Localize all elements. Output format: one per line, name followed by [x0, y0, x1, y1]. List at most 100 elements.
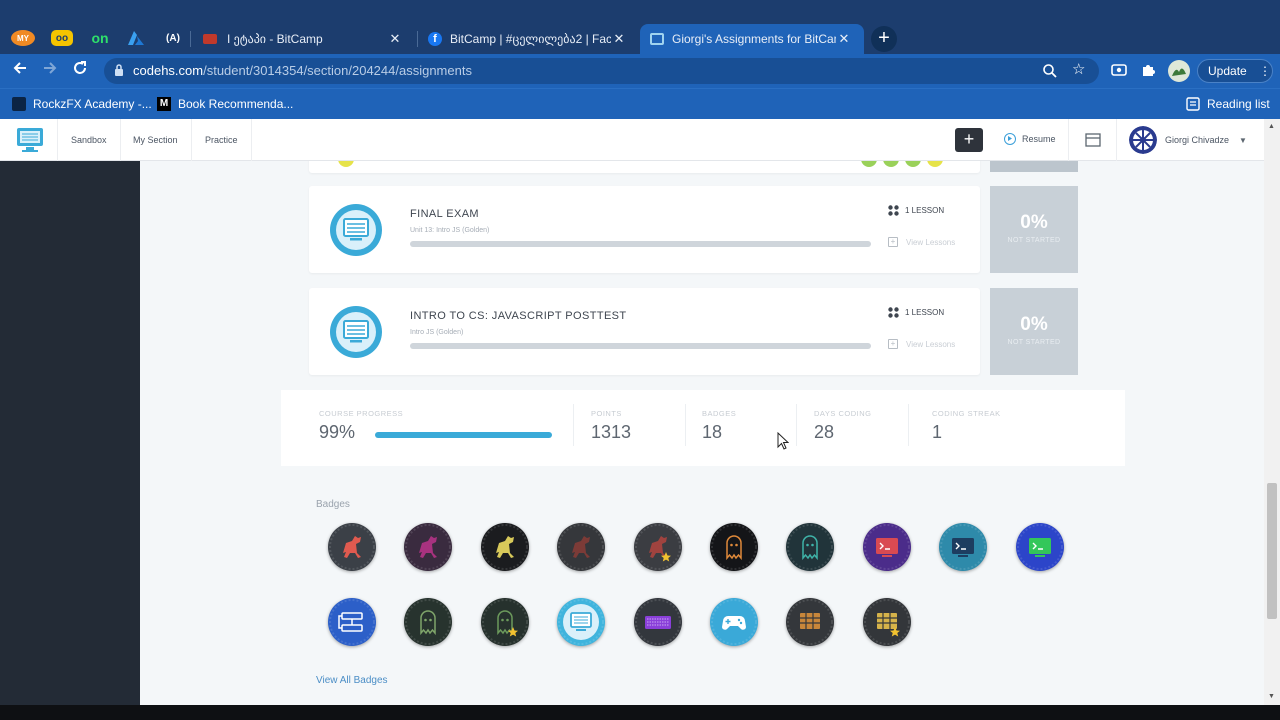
scrollbar-thumb[interactable]: [1267, 483, 1277, 619]
nav-my-section[interactable]: My Section: [120, 119, 192, 161]
forward-button[interactable]: [39, 60, 61, 82]
tab-giorgi-assignments[interactable]: Giorgi's Assignments for BitCamp ✕: [640, 24, 864, 54]
lesson-count: 1 LESSON: [888, 307, 944, 318]
badge-terminal[interactable]: [939, 523, 987, 571]
web-page: Sandbox My Section Practice + Resume Gio…: [0, 119, 1280, 705]
user-menu[interactable]: Giorgi Chivadze ▼: [1129, 126, 1247, 154]
back-button[interactable]: [9, 60, 31, 82]
divider: [573, 404, 574, 446]
lesson-dots: [857, 161, 947, 167]
pinned-tab-duo[interactable]: oo: [51, 30, 73, 46]
address-bar[interactable]: codehs.com/student/3014354/section/20424…: [104, 58, 1099, 84]
create-button[interactable]: +: [955, 128, 983, 152]
globe-icon: [12, 97, 26, 111]
coding-streak-value: 1: [932, 422, 943, 442]
url-text[interactable]: codehs.com/student/3014354/section/20424…: [133, 63, 472, 78]
tab-bitcamp-stage[interactable]: I ეტაპი - BitCamp ✕: [193, 24, 415, 54]
divider: [1068, 119, 1069, 161]
points-value: 1313: [591, 422, 632, 442]
reading-list-label: Reading list: [1207, 97, 1270, 111]
spreadsheet-star-icon: [864, 599, 910, 645]
bottom-strip: [0, 705, 1280, 720]
tab-title: BitCamp | #ცელილება2 | Faceb: [450, 32, 611, 46]
pinned-tab-angular[interactable]: (A): [158, 27, 188, 49]
module-title[interactable]: INTRO TO CS: JAVASCRIPT POSTTEST: [410, 310, 627, 322]
terminal-icon: [940, 524, 986, 570]
close-icon[interactable]: ✕: [836, 31, 852, 47]
bookmark-book-recommendations[interactable]: M Book Recommenda...: [157, 95, 293, 113]
ghost-icon: [787, 524, 833, 570]
codehs-logo-icon[interactable]: [16, 125, 44, 155]
view-lessons-link[interactable]: + View Lessons: [888, 339, 955, 349]
view-lessons-link[interactable]: + View Lessons: [888, 237, 955, 247]
badge-dog[interactable]: [404, 523, 452, 571]
close-icon[interactable]: ✕: [611, 31, 627, 47]
days-coding-value: 28: [814, 422, 835, 442]
module-card-js-posttest[interactable]: INTRO TO CS: JAVASCRIPT POSTTEST Intro J…: [309, 288, 980, 375]
badge-dog-star[interactable]: [634, 523, 682, 571]
badge-gamepad[interactable]: [710, 598, 758, 646]
resume-label: Resume: [1022, 134, 1056, 144]
badge-ghost-star[interactable]: [481, 598, 529, 646]
badge-dog[interactable]: [328, 523, 376, 571]
expand-plus-icon: +: [888, 339, 898, 349]
reading-list-button[interactable]: Reading list: [1186, 95, 1270, 113]
badge-keyboard[interactable]: [634, 598, 682, 646]
bookmark-star-icon[interactable]: ☆: [1072, 62, 1088, 78]
extensions-puzzle-icon[interactable]: [1138, 62, 1158, 80]
zoom-icon[interactable]: [1042, 63, 1058, 79]
scroll-down-arrow-icon[interactable]: ▼: [1268, 693, 1275, 700]
pinned-tab-on[interactable]: on: [85, 27, 115, 49]
view-all-badges-link[interactable]: View All Badges: [316, 675, 388, 686]
profile-avatar-icon[interactable]: [1168, 60, 1190, 82]
badge-flowchart[interactable]: [328, 598, 376, 646]
ghost-icon: [711, 524, 757, 570]
dog-icon: [482, 524, 528, 570]
badge-terminal[interactable]: [863, 523, 911, 571]
nav-sandbox[interactable]: Sandbox: [58, 119, 121, 161]
badge-spreadsheet[interactable]: [786, 598, 834, 646]
terminal-icon: [1017, 524, 1063, 570]
reload-button[interactable]: [69, 60, 91, 82]
badge-dog[interactable]: [557, 523, 605, 571]
ghost-icon: [405, 599, 451, 645]
tab-title: I ეტაპი - BitCamp: [227, 32, 323, 46]
nav-practice[interactable]: Practice: [192, 119, 252, 161]
resume-button[interactable]: Resume: [1004, 133, 1056, 145]
module-percent-box: 0% NOT STARTED: [990, 186, 1078, 273]
codehs-header: Sandbox My Section Practice + Resume Gio…: [0, 119, 1264, 161]
badge-ghost[interactable]: [786, 523, 834, 571]
new-tab-button[interactable]: +: [871, 26, 897, 52]
update-button[interactable]: Update ⋮: [1197, 59, 1273, 83]
course-progress-label: COURSE PROGRESS: [319, 409, 404, 418]
expand-plus-icon: +: [888, 237, 898, 247]
module-card-partial: [309, 161, 980, 173]
module-card-final-exam[interactable]: FINAL EXAM Unit 13: Intro JS (Golden) 1 …: [309, 186, 980, 273]
arrow-right-icon: [44, 62, 57, 74]
bookmark-rockzfx[interactable]: RockzFX Academy -...: [12, 95, 152, 113]
tab-bitcamp-facebook[interactable]: f BitCamp | #ცელილება2 | Faceb ✕: [418, 24, 639, 54]
dog-star-icon: [635, 524, 681, 570]
url-host: codehs.com: [133, 63, 204, 78]
badge-dog[interactable]: [481, 523, 529, 571]
url-path: /student/3014354/section/204244/assignme…: [203, 63, 472, 78]
lock-icon[interactable]: [114, 63, 124, 77]
module-title[interactable]: FINAL EXAM: [410, 208, 479, 220]
computer-icon: [330, 306, 382, 358]
badge-terminal[interactable]: [1016, 523, 1064, 571]
badge-ghost[interactable]: [710, 523, 758, 571]
pinned-tab-azure[interactable]: [121, 27, 151, 49]
layout-icon[interactable]: [1085, 133, 1101, 147]
badge-spreadsheet-star[interactable]: [863, 598, 911, 646]
scroll-up-arrow-icon[interactable]: ▲: [1268, 123, 1275, 130]
lesson-count-label: 1 LESSON: [905, 308, 945, 317]
facebook-icon: f: [428, 32, 442, 46]
more-vert-icon[interactable]: ⋮: [1259, 60, 1271, 82]
close-icon[interactable]: ✕: [387, 31, 403, 47]
badge-monitor[interactable]: [557, 598, 605, 646]
screen-capture-icon[interactable]: [1109, 62, 1129, 80]
pinned-tab-myprivacy[interactable]: MY: [11, 30, 35, 46]
user-name: Giorgi Chivadze: [1165, 135, 1230, 145]
lesson-count-label: 1 LESSON: [905, 206, 945, 215]
badge-ghost[interactable]: [404, 598, 452, 646]
